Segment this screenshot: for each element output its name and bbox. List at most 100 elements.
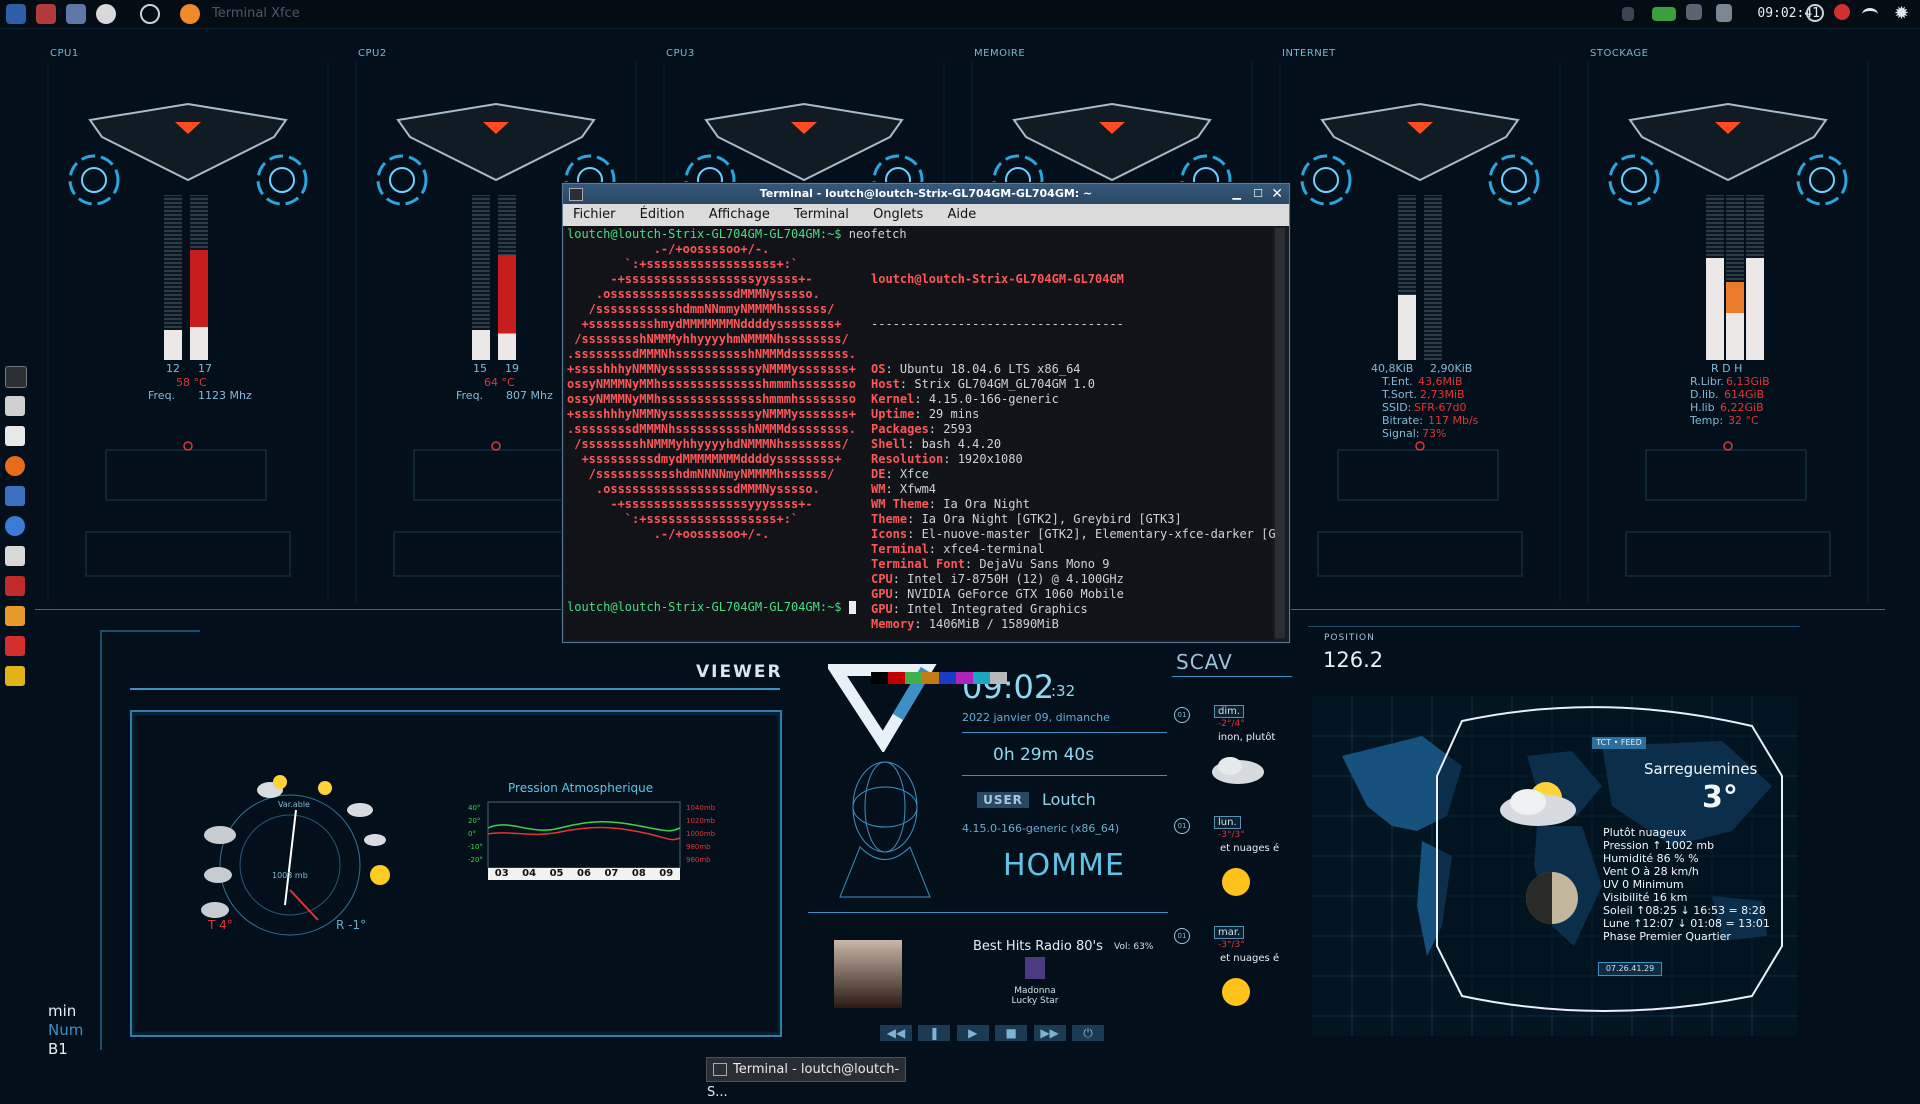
weather-line: Humidité 86 % % [1603,852,1699,865]
stockage-bar-labels: R D H [1711,362,1743,375]
menu-aide[interactable]: Aide [947,207,976,222]
info-value: 2593 [943,422,973,436]
pressure-day: 06 [577,868,591,879]
info-row: DE: Xfce [871,467,1276,482]
cpu1-value-1: 12 [166,362,180,375]
terminal-output[interactable]: loutch@loutch-Strix-GL704GM-GL704GM:~$ n… [565,226,1276,684]
cursor [848,601,856,614]
chromium-icon[interactable] [5,516,25,536]
battery-icon[interactable] [1652,7,1676,21]
text-editor-icon[interactable] [66,4,86,24]
world-map [1312,696,1798,1036]
document-viewer-icon[interactable] [5,546,25,566]
menu-fichier[interactable]: Fichier [573,207,616,222]
power-button[interactable]: ⏻ [1071,1025,1104,1041]
settings-gear-icon[interactable]: ✹ [1894,4,1914,24]
p-tick: 1020mb [686,817,716,825]
gauge-r-label: R -1° [336,918,367,932]
volume-icon[interactable] [1686,4,1702,20]
minimize-icon[interactable]: ▁ [1233,184,1241,204]
notification-bell-icon[interactable] [1622,7,1634,21]
info-colon: : [914,617,929,631]
whisker-menu-icon[interactable] [6,4,26,24]
terminal-menubar: Fichier Édition Affichage Terminal Ongle… [563,204,1289,226]
vivaldi-icon[interactable] [5,426,25,446]
terminal-titlebar[interactable]: Terminal - loutch@loutch-Strix-GL704GM-G… [563,184,1289,204]
info-key: Shell [871,437,908,451]
close-icon[interactable]: ✕ [1271,184,1283,204]
menu-onglets[interactable]: Onglets [873,207,923,222]
album-art [834,940,902,1008]
terminal-launcher-icon[interactable] [5,366,27,388]
pause-button[interactable]: ❚ [918,1025,951,1041]
ascii-line: -+ssssssssssssssssssyyssss+- [567,272,813,286]
ascii-line: /ssssssssssshdmNNNNmyNMMMMhssssss/ [567,467,835,481]
taskbar-terminal[interactable]: Terminal - loutch@loutch-S... [706,1057,906,1100]
thunderbird-icon[interactable] [5,486,25,506]
archive-icon[interactable] [5,606,25,626]
forward-button[interactable]: ▶▶ [1033,1025,1066,1041]
hud-shape [88,102,288,182]
radio-volume: Vol: 63% [1114,942,1154,952]
cpu2-freq-label: Freq. [456,389,484,402]
sys-divider-1 [962,732,1167,733]
uptime: 0h 29m 40s [993,745,1095,765]
info-colon: : [964,557,980,571]
user-name: Loutch [1042,790,1096,809]
hud-shape [105,449,267,501]
col-label-memoire: MEMOIRE [974,48,1026,59]
antenna-icon-tray[interactable] [1806,4,1824,22]
update-notifier-icon[interactable] [1834,4,1850,20]
forecast-temp-3: -3°/3° [1218,940,1245,950]
pressure-chart-title: Pression Atmospherique [508,781,654,795]
prompt-line-final: loutch@loutch-Strix-GL704GM-GL704GM:~$ [567,600,856,615]
status-line: min [48,1002,77,1020]
stop-button[interactable]: ■ [995,1025,1028,1041]
forecast-marker: 01 [1174,928,1190,944]
hud-shape [1300,154,1352,206]
ascii-line: .osssssssssssssssssdMMMNysssso. [567,287,820,301]
clipboard-icon[interactable] [1716,4,1732,22]
file-manager-icon[interactable] [36,4,56,24]
ascii-line: .-/+oossssoo+/-. [567,527,770,541]
internet-up: 2,90KiB [1430,362,1473,375]
forecast-day-2: lun. [1214,816,1241,829]
play-button[interactable]: ▶ [956,1025,989,1041]
neofetch-info-list: OS: Ubuntu 18.04.6 LTS x86_64 Host: Strix… [871,362,1276,632]
mail-icon[interactable] [5,666,25,686]
panel-task-label[interactable]: Terminal Xfce [212,6,300,21]
maximize-icon[interactable]: ☐ [1253,184,1263,204]
menu-affichage[interactable]: Affichage [709,207,770,222]
radio-station: Best Hits Radio 80's [973,939,1103,954]
prompt: loutch@loutch-Strix-GL704GM-GL704GM:~$ [567,227,842,241]
y-tick: -10° [468,843,483,851]
menu-terminal[interactable]: Terminal [794,207,849,222]
settings-icon[interactable] [96,4,116,24]
info-value: Xfwm4 [899,482,937,496]
printer-icon[interactable] [5,396,25,416]
internet-ssid-label: SSID: [1382,401,1412,414]
internet-bar-down [1398,195,1416,360]
wifi-icon[interactable] [1862,8,1878,21]
firefox-icon[interactable] [5,456,25,476]
info-row: Terminal: xfce4-terminal [871,542,1276,557]
ascii-line: .ssssssssdMMMNhsssssssssshNMMMdssssssss. [567,422,856,436]
internet-tsort-label: T.Sort. [1382,388,1417,401]
kernel-version: 4.15.0-166-generic (x86_64) [962,822,1120,835]
rewind-button[interactable]: ◀◀ [880,1025,912,1041]
info-key: Host [871,377,900,391]
antenna-icon[interactable] [140,4,160,24]
terminal-window[interactable]: Terminal - loutch@loutch-Strix-GL704GM-G… [562,183,1290,684]
ascii-line: +sssshhhyNMMNyssssssssssssyNMMMysssssss+ [567,362,856,376]
menu-edition[interactable]: Édition [640,207,685,222]
weather-moon-icon[interactable] [180,4,200,24]
pdf-tool-icon[interactable] [5,576,25,596]
terminal-scrollbar[interactable] [1275,228,1285,638]
hud-shape [256,154,308,206]
info-key: GPU [871,587,893,601]
hud-shape [376,154,428,206]
info-colon: : [928,497,944,511]
media-player-icon[interactable] [5,636,25,656]
info-key: Resolution [871,452,944,466]
weather-temp: 3° [1702,780,1738,815]
